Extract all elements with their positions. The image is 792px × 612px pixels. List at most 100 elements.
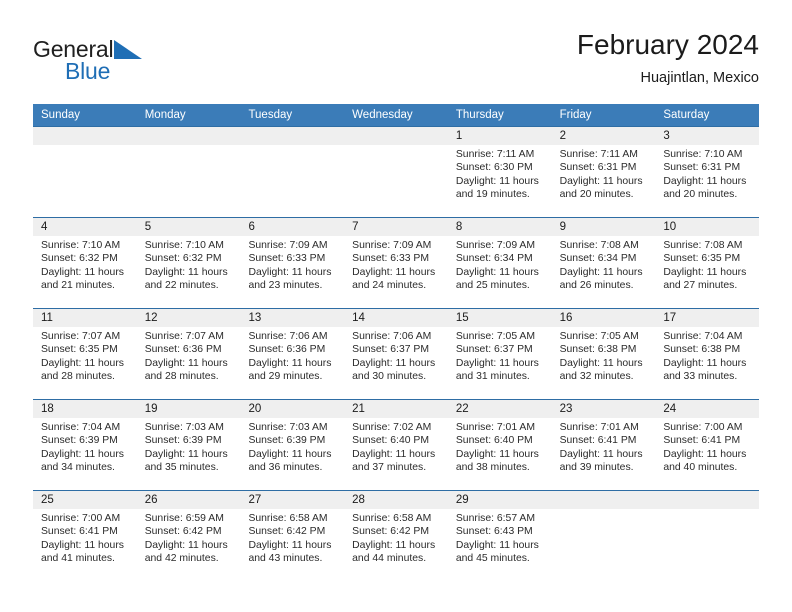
daylight-text: Daylight: 11 hours and 23 minutes. <box>248 266 332 292</box>
sunset-text: Sunset: 6:38 PM <box>663 344 741 356</box>
week-daynumber-band: 25 26 27 28 29 <box>33 491 759 509</box>
daylight-text: Daylight: 11 hours and 43 minutes. <box>248 539 332 565</box>
day-number[interactable]: 29 <box>448 491 552 509</box>
sunset-text: Sunset: 6:37 PM <box>455 344 533 356</box>
day-number[interactable]: 12 <box>137 309 241 327</box>
daylight-text: Daylight: 11 hours and 36 minutes. <box>248 448 332 474</box>
brand-logo-top: General <box>33 36 233 62</box>
day-number[interactable]: 18 <box>33 400 137 418</box>
day-cell <box>240 145 344 217</box>
daylight-text: Daylight: 11 hours and 40 minutes. <box>663 448 747 474</box>
day-cell <box>137 145 241 217</box>
sunset-text: Sunset: 6:39 PM <box>144 435 222 447</box>
sunrise-text: Sunrise: 7:09 AM <box>352 240 432 251</box>
day-cell: Sunrise: 7:11 AM Sunset: 6:31 PM Dayligh… <box>552 145 656 217</box>
day-number[interactable]: 3 <box>655 127 759 145</box>
day-number[interactable]: 23 <box>552 400 656 418</box>
sunrise-text: Sunrise: 7:07 AM <box>144 331 224 342</box>
weekday-header-monday: Monday <box>144 109 186 121</box>
day-number[interactable]: 5 <box>137 218 241 236</box>
day-number[interactable]: 4 <box>33 218 137 236</box>
day-number[interactable]: 20 <box>240 400 344 418</box>
sunset-text: Sunset: 6:36 PM <box>144 344 222 356</box>
day-cell <box>552 509 656 581</box>
day-cell: Sunrise: 7:01 AM Sunset: 6:40 PM Dayligh… <box>448 418 552 490</box>
day-number[interactable]: 7 <box>344 218 448 236</box>
day-cell: Sunrise: 6:59 AM Sunset: 6:42 PM Dayligh… <box>137 509 241 581</box>
day-cell <box>33 145 137 217</box>
sunset-text: Sunset: 6:33 PM <box>248 253 326 265</box>
day-number[interactable]: 6 <box>240 218 344 236</box>
day-number[interactable]: 28 <box>344 491 448 509</box>
day-number[interactable]: 1 <box>448 127 552 145</box>
weekday-header-tuesday: Tuesday <box>248 109 293 121</box>
day-cell: Sunrise: 7:11 AM Sunset: 6:30 PM Dayligh… <box>448 145 552 217</box>
brand-logo[interactable]: General Blue <box>33 36 233 84</box>
calendar-week-row: 4 5 6 7 8 9 10 Sunrise: 7:10 AM Sunset: … <box>33 217 759 308</box>
day-cell: Sunrise: 7:09 AM Sunset: 6:34 PM Dayligh… <box>448 236 552 308</box>
sunset-text: Sunset: 6:41 PM <box>559 435 637 447</box>
daylight-text: Daylight: 11 hours and 31 minutes. <box>455 357 539 383</box>
sunset-text: Sunset: 6:32 PM <box>144 253 222 265</box>
daylight-text: Daylight: 11 hours and 42 minutes. <box>144 539 228 565</box>
day-number[interactable] <box>344 127 448 145</box>
sunset-text: Sunset: 6:43 PM <box>455 526 533 538</box>
daylight-text: Daylight: 11 hours and 19 minutes. <box>455 175 539 201</box>
sunrise-text: Sunrise: 6:58 AM <box>248 513 328 524</box>
sunset-text: Sunset: 6:41 PM <box>41 526 118 538</box>
weekday-header-row: Sunday Monday Tuesday Wednesday Thursday… <box>33 104 759 126</box>
day-number[interactable]: 13 <box>240 309 344 327</box>
sunrise-text: Sunrise: 7:06 AM <box>248 331 328 342</box>
weekday-header-sunday: Sunday <box>41 109 81 121</box>
sunrise-text: Sunrise: 7:08 AM <box>663 240 743 251</box>
daylight-text: Daylight: 11 hours and 20 minutes. <box>559 175 643 201</box>
weekday-header-wednesday: Wednesday <box>352 109 413 121</box>
sunrise-text: Sunrise: 7:03 AM <box>144 422 224 433</box>
sunset-text: Sunset: 6:39 PM <box>41 435 118 447</box>
sunrise-text: Sunrise: 7:09 AM <box>455 240 536 251</box>
day-cell: Sunrise: 7:07 AM Sunset: 6:36 PM Dayligh… <box>137 327 241 399</box>
weekday-header-friday: Friday <box>559 109 592 121</box>
sunrise-text: Sunrise: 7:07 AM <box>41 331 121 342</box>
day-number[interactable] <box>137 127 241 145</box>
sunrise-text: Sunrise: 7:03 AM <box>248 422 328 433</box>
day-number[interactable]: 16 <box>552 309 656 327</box>
day-number[interactable]: 21 <box>344 400 448 418</box>
day-number[interactable] <box>655 491 759 509</box>
sunrise-text: Sunrise: 6:59 AM <box>144 513 224 524</box>
weekday-header-saturday: Saturday <box>663 109 710 121</box>
week-daynumber-band: 1 2 3 <box>33 127 759 145</box>
day-number[interactable]: 15 <box>448 309 552 327</box>
daylight-text: Daylight: 11 hours and 37 minutes. <box>352 448 436 474</box>
day-cell: Sunrise: 7:04 AM Sunset: 6:38 PM Dayligh… <box>655 327 759 399</box>
day-number[interactable]: 26 <box>137 491 241 509</box>
day-number[interactable]: 11 <box>33 309 137 327</box>
day-cell: Sunrise: 7:08 AM Sunset: 6:34 PM Dayligh… <box>552 236 656 308</box>
day-number[interactable]: 10 <box>655 218 759 236</box>
day-number[interactable] <box>240 127 344 145</box>
day-number[interactable]: 9 <box>552 218 656 236</box>
day-number[interactable]: 19 <box>137 400 241 418</box>
day-number[interactable]: 17 <box>655 309 759 327</box>
sunset-text: Sunset: 6:39 PM <box>248 435 326 447</box>
day-cell: Sunrise: 7:10 AM Sunset: 6:32 PM Dayligh… <box>33 236 137 308</box>
week-detail-band: Sunrise: 7:11 AM Sunset: 6:30 PM Dayligh… <box>33 145 759 217</box>
day-number[interactable]: 2 <box>552 127 656 145</box>
day-cell: Sunrise: 7:10 AM Sunset: 6:31 PM Dayligh… <box>655 145 759 217</box>
week-detail-band: Sunrise: 7:07 AM Sunset: 6:35 PM Dayligh… <box>33 327 759 399</box>
brand-name-general: General <box>33 36 114 62</box>
day-number[interactable]: 25 <box>33 491 137 509</box>
day-number[interactable] <box>33 127 137 145</box>
day-number[interactable]: 14 <box>344 309 448 327</box>
day-number[interactable] <box>552 491 656 509</box>
day-number[interactable]: 22 <box>448 400 552 418</box>
day-number[interactable]: 8 <box>448 218 552 236</box>
day-cell: Sunrise: 6:58 AM Sunset: 6:42 PM Dayligh… <box>344 509 448 581</box>
sunset-text: Sunset: 6:31 PM <box>559 162 637 174</box>
sunset-text: Sunset: 6:35 PM <box>663 253 741 265</box>
sunrise-text: Sunrise: 7:00 AM <box>663 422 743 433</box>
day-number[interactable]: 27 <box>240 491 344 509</box>
week-detail-band: Sunrise: 7:10 AM Sunset: 6:32 PM Dayligh… <box>33 236 759 308</box>
day-number[interactable]: 24 <box>655 400 759 418</box>
sunset-text: Sunset: 6:32 PM <box>41 253 118 265</box>
